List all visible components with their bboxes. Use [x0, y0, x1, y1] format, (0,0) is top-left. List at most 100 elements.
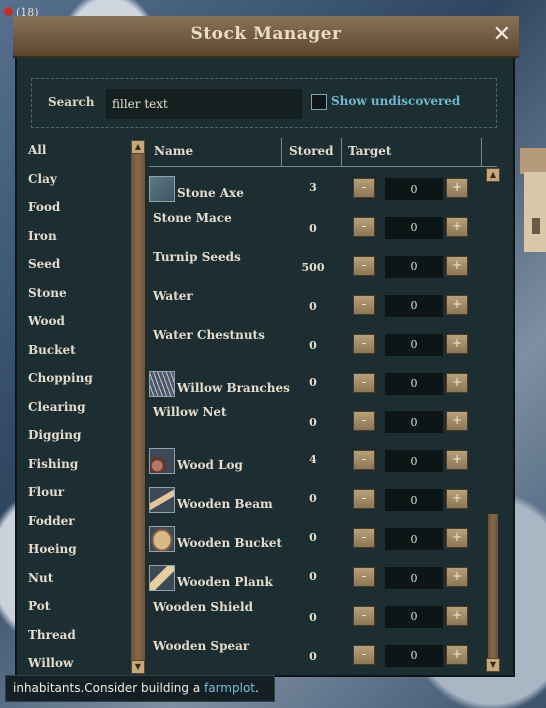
item-name: Wooden Plank: [177, 575, 273, 589]
item-name: Stone Mace: [153, 210, 232, 225]
item-stored: 0: [309, 338, 317, 352]
category-item[interactable]: Clearing: [17, 393, 133, 422]
show-undiscovered-checkbox[interactable]: [311, 94, 327, 110]
category-item[interactable]: Clay: [17, 165, 133, 194]
increase-target-button[interactable]: +: [446, 450, 468, 471]
table-scroll-down-icon[interactable]: ▼: [486, 658, 500, 672]
target-input[interactable]: [385, 644, 443, 667]
category-scroll-down-icon[interactable]: ▼: [131, 660, 145, 674]
decrease-target-button[interactable]: -: [353, 372, 375, 393]
table-row: Wooden Beam 0 - +: [149, 479, 497, 518]
farmplot-link[interactable]: farmplot: [204, 681, 255, 695]
category-item[interactable]: Digging: [17, 421, 133, 450]
increase-target-button[interactable]: +: [446, 605, 468, 626]
wooden-beam-icon: [149, 487, 175, 514]
category-scroll-up-icon[interactable]: ▲: [131, 140, 145, 154]
item-name: Wooden Beam: [177, 497, 273, 512]
item-stored: 500: [301, 260, 325, 274]
category-item[interactable]: All: [17, 136, 133, 165]
stone-axe-icon: [149, 176, 175, 202]
increase-target-button[interactable]: +: [446, 644, 468, 665]
category-item[interactable]: Bucket: [17, 336, 133, 365]
target-input[interactable]: [385, 372, 443, 395]
increase-target-button[interactable]: +: [446, 333, 468, 354]
increase-target-button[interactable]: +: [446, 372, 468, 393]
decrease-target-button[interactable]: -: [353, 450, 375, 471]
search-area: Search Show undiscovered: [31, 78, 497, 128]
increase-target-button[interactable]: +: [446, 294, 468, 315]
target-input[interactable]: [385, 411, 443, 434]
category-item[interactable]: Iron: [17, 222, 133, 251]
decrease-target-button[interactable]: -: [353, 528, 375, 549]
category-item[interactable]: Chopping: [17, 364, 133, 393]
decrease-target-button[interactable]: -: [353, 255, 375, 276]
target-input[interactable]: [385, 178, 443, 200]
hint-tooltip: inhabitants.Consider building a farmplot…: [5, 675, 275, 702]
target-input[interactable]: [385, 255, 443, 278]
search-input[interactable]: [106, 89, 302, 119]
category-item[interactable]: Hoeing: [17, 535, 133, 564]
table-row: Willow Net 0 - +: [149, 401, 497, 440]
table-scroll-thumb[interactable]: [488, 514, 498, 660]
increase-target-button[interactable]: +: [446, 178, 468, 198]
item-stored: 0: [309, 570, 317, 583]
stock-manager-window: Stock Manager ✕ Search Show undiscovered…: [13, 16, 519, 677]
category-item[interactable]: Thread: [17, 621, 133, 650]
increase-target-button[interactable]: +: [446, 489, 468, 510]
target-input[interactable]: [385, 333, 443, 356]
decrease-target-button[interactable]: -: [353, 178, 375, 198]
title-bar: Stock Manager ✕: [13, 16, 519, 58]
header-target[interactable]: Target: [348, 144, 391, 158]
target-input[interactable]: [385, 528, 443, 551]
wooden-plank-icon: [149, 565, 175, 591]
header-stored[interactable]: Stored: [289, 144, 334, 158]
table-scroll-up-icon[interactable]: ▲: [486, 168, 500, 182]
target-input[interactable]: [385, 450, 443, 473]
table-row: Stone Mace 0 - +: [149, 207, 497, 246]
target-input[interactable]: [385, 294, 443, 317]
category-item[interactable]: Wood: [17, 307, 133, 336]
decrease-target-button[interactable]: -: [353, 489, 375, 510]
search-label: Search: [48, 95, 95, 109]
decrease-target-button[interactable]: -: [353, 644, 375, 665]
item-name: Willow Net: [153, 405, 227, 420]
decrease-target-button[interactable]: -: [353, 294, 375, 315]
target-input[interactable]: [385, 216, 443, 239]
close-icon[interactable]: ✕: [493, 22, 511, 47]
category-item[interactable]: Nut: [17, 564, 133, 593]
category-item[interactable]: Stone: [17, 279, 133, 308]
decrease-target-button[interactable]: -: [353, 411, 375, 432]
increase-target-button[interactable]: +: [446, 411, 468, 432]
window-title: Stock Manager: [190, 24, 342, 44]
item-stored: 0: [309, 375, 317, 389]
category-item[interactable]: Flour: [17, 478, 133, 507]
category-item[interactable]: Pot: [17, 592, 133, 621]
item-stored: 4: [309, 453, 317, 467]
category-item[interactable]: Seed: [17, 250, 133, 279]
increase-target-button[interactable]: +: [446, 216, 468, 237]
category-item[interactable]: Fodder: [17, 507, 133, 536]
category-scrollbar[interactable]: ▲ ▼: [131, 140, 145, 674]
table-row: Wood Log 4 - +: [149, 440, 497, 479]
increase-target-button[interactable]: +: [446, 528, 468, 549]
increase-target-button[interactable]: +: [446, 567, 468, 587]
show-undiscovered-label[interactable]: Show undiscovered: [331, 94, 460, 108]
item-name: Water Chestnuts: [153, 327, 265, 342]
table-row: Wooden Bucket 0 - +: [149, 518, 497, 557]
decrease-target-button[interactable]: -: [353, 333, 375, 354]
decrease-target-button[interactable]: -: [353, 216, 375, 237]
target-input[interactable]: [385, 567, 443, 589]
item-name: Wooden Shield: [153, 599, 253, 614]
category-item[interactable]: Willow: [17, 649, 133, 676]
table-header: Name Stored Target: [149, 138, 497, 167]
target-input[interactable]: [385, 489, 443, 512]
decrease-target-button[interactable]: -: [353, 567, 375, 587]
table-scrollbar[interactable]: ▲ ▼: [486, 168, 500, 672]
category-item[interactable]: Fishing: [17, 450, 133, 479]
target-input[interactable]: [385, 605, 443, 628]
header-name[interactable]: Name: [154, 144, 193, 158]
category-item[interactable]: Food: [17, 193, 133, 222]
item-stored: 3: [309, 181, 317, 194]
decrease-target-button[interactable]: -: [353, 605, 375, 626]
increase-target-button[interactable]: +: [446, 255, 468, 276]
